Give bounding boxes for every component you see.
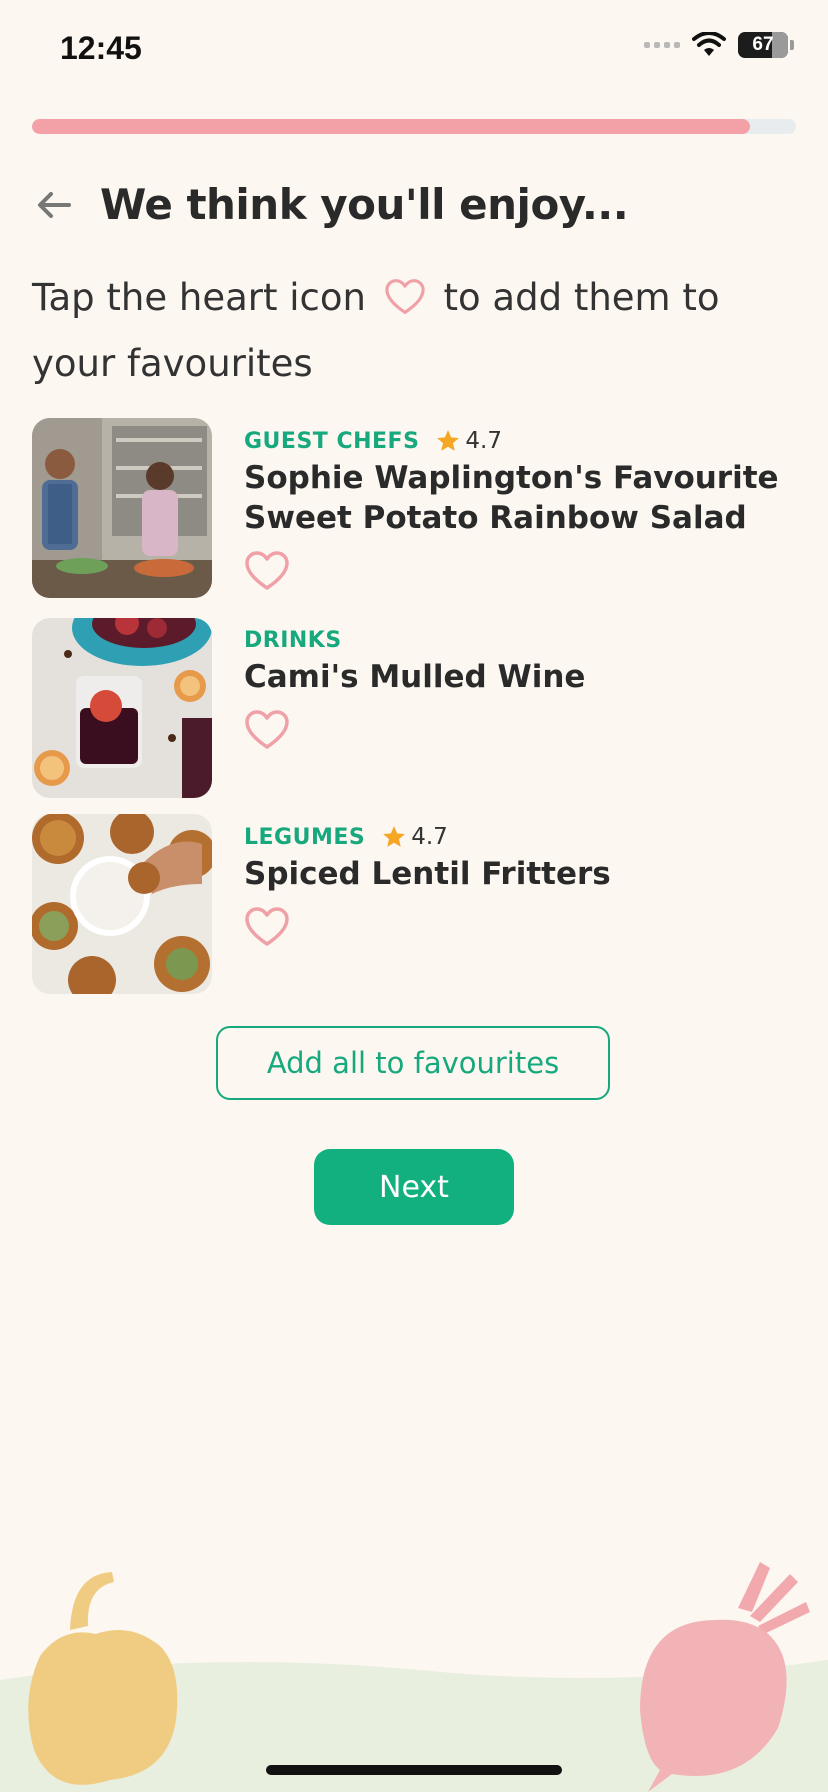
star-icon <box>383 826 406 847</box>
heart-outline-icon <box>245 710 289 749</box>
recipe-category: DRINKS <box>244 628 342 653</box>
next-button[interactable]: Next <box>314 1149 514 1225</box>
category-row: DRINKS <box>244 628 796 653</box>
heart-outline-icon <box>384 274 426 334</box>
arrow-left-icon <box>38 191 71 218</box>
rating-value: 4.7 <box>465 428 502 454</box>
favourite-button[interactable] <box>244 709 290 751</box>
heart-outline-icon <box>245 551 289 590</box>
instruction-text: Tap the heart icon to add them to your f… <box>32 268 772 394</box>
recipe-card[interactable]: LEGUMES 4.7 Spiced Lentil Fritters <box>32 814 796 994</box>
favourite-button[interactable] <box>244 906 290 948</box>
page-title: We think you'll enjoy... <box>100 180 629 229</box>
header: We think you'll enjoy... <box>32 180 629 229</box>
status-bar: 12:45 67 <box>0 0 828 100</box>
battery-icon: 67 <box>738 32 788 58</box>
recipe-category: GUEST CHEFS <box>244 428 420 454</box>
recipe-card[interactable]: GUEST CHEFS 4.7 Sophie Waplington's Favo… <box>32 418 796 598</box>
pepper-illustration <box>28 1572 178 1785</box>
recipe-thumbnail-mulled-wine[interactable] <box>32 618 212 798</box>
category-row: GUEST CHEFS 4.7 <box>244 428 796 454</box>
status-time: 12:45 <box>60 30 142 66</box>
recipe-title[interactable]: Spiced Lentil Fritters <box>244 854 796 894</box>
onboarding-progress-bar <box>32 119 796 134</box>
recipe-info: DRINKS Cami's Mulled Wine <box>244 628 796 751</box>
recipe-thumbnail-lentil-fritters[interactable] <box>32 814 212 994</box>
recipe-category: LEGUMES <box>244 824 366 850</box>
star-icon <box>437 430 460 451</box>
favourite-button[interactable] <box>244 550 290 592</box>
progress-fill <box>32 119 751 134</box>
status-icons: 67 <box>644 32 794 58</box>
home-indicator[interactable] <box>266 1765 562 1775</box>
wifi-icon <box>692 32 726 56</box>
recipe-rating: 4.7 <box>435 428 502 454</box>
recipe-thumbnail-guest-chefs[interactable] <box>32 418 212 598</box>
heart-outline-icon <box>245 907 289 946</box>
recipe-title[interactable]: Cami's Mulled Wine <box>244 657 796 697</box>
recipe-info: LEGUMES 4.7 Spiced Lentil Fritters <box>244 824 796 948</box>
vegetable-illustration <box>0 1562 828 1792</box>
rating-value: 4.7 <box>411 824 448 850</box>
add-all-to-favourites-button[interactable]: Add all to favourites <box>216 1026 610 1100</box>
instruction-text-start: Tap the heart icon <box>32 276 366 319</box>
recipe-info: GUEST CHEFS 4.7 Sophie Waplington's Favo… <box>244 428 796 592</box>
recipe-card[interactable]: DRINKS Cami's Mulled Wine <box>32 618 796 798</box>
battery-level: 67 <box>752 34 774 55</box>
recipe-title[interactable]: Sophie Waplington's Favourite Sweet Pota… <box>244 458 796 538</box>
cellular-signal-icon <box>644 42 680 48</box>
back-button[interactable] <box>32 183 76 227</box>
category-row: LEGUMES 4.7 <box>244 824 796 850</box>
recipe-rating: 4.7 <box>381 824 448 850</box>
